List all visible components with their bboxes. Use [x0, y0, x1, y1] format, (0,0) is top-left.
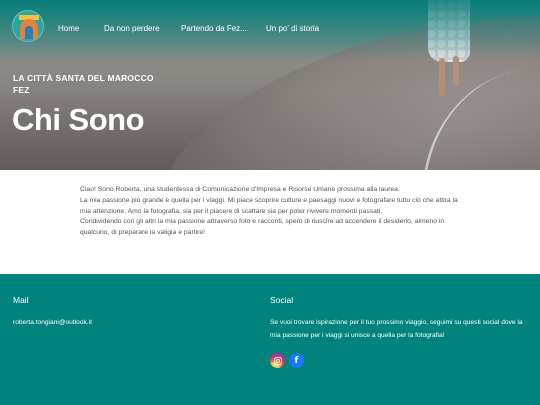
- hero-kicker-line2: FEZ: [13, 85, 30, 95]
- about-paragraph: Condividendo con gli altri la mia passio…: [80, 218, 445, 237]
- nav-home[interactable]: Home: [58, 24, 79, 33]
- page-title: Chi Sono: [12, 102, 145, 137]
- about-paragraph: La mia passione più grande è quella per …: [80, 196, 458, 215]
- mail-heading: Mail: [13, 295, 29, 305]
- about-text: Ciao! Sono Roberta, una studentessa di C…: [80, 185, 470, 239]
- social-heading: Social: [270, 295, 294, 305]
- nav-un-po-di-storia[interactable]: Un po' di storia: [266, 24, 319, 33]
- instagram-icon[interactable]: [270, 353, 285, 368]
- mail-address-link[interactable]: roberta.tongiani@outlook.it: [13, 317, 92, 330]
- about-paragraph: Ciao! Sono Roberta, una studentessa di C…: [80, 186, 400, 193]
- facebook-icon[interactable]: f: [289, 353, 304, 368]
- hero-kicker-line1: LA CITTÀ SANTA DEL MAROCCO: [13, 73, 154, 83]
- nav-partendo-da-fez[interactable]: Partendo da Fez...: [181, 24, 247, 33]
- social-description: Se vuoi trovare ispirazione per il tuo p…: [270, 319, 523, 339]
- site-logo[interactable]: [12, 10, 44, 42]
- hero-kicker: LA CITTÀ SANTA DEL MAROCCO FEZ: [13, 72, 213, 96]
- nav-da-non-perdere[interactable]: Da non perdere: [104, 24, 160, 33]
- site-footer: Mail roberta.tongiani@outlook.it Social …: [0, 274, 540, 405]
